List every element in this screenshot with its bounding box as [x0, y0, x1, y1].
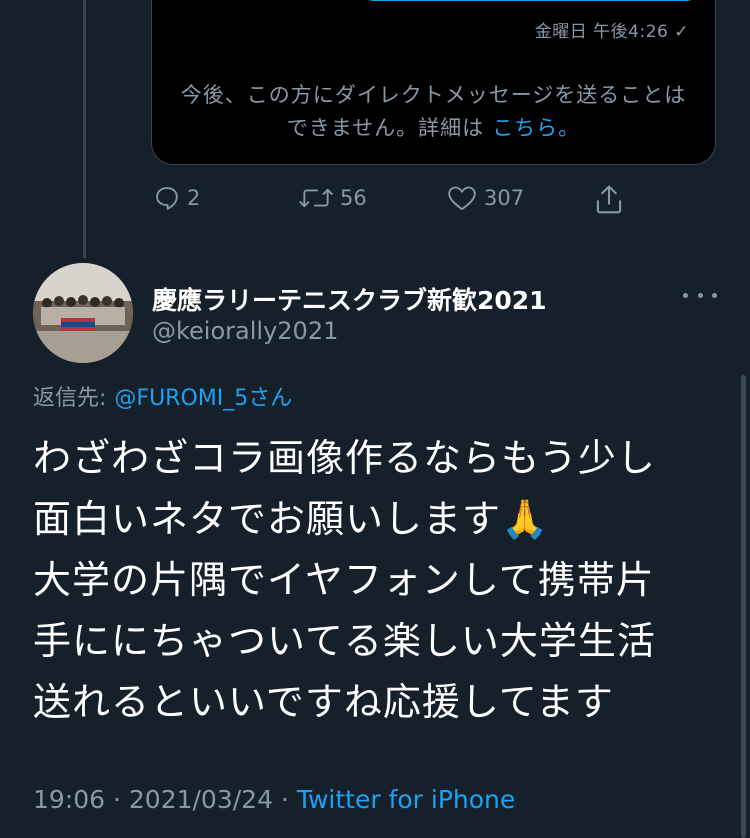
- avatar[interactable]: [33, 263, 133, 363]
- reply-icon: [153, 184, 181, 212]
- more-options-icon[interactable]: [683, 288, 717, 302]
- group-photo-avatar: [33, 263, 133, 363]
- retweet-count: 56: [340, 186, 367, 210]
- tweet-timestamp[interactable]: 19:06 · 2021/03/24 ·: [33, 785, 297, 814]
- display-name[interactable]: 慶應ラリーテニスクラブ新歓2021: [152, 281, 547, 317]
- dm-notice-text: 今後、この方にダイレクトメッセージを送ることはできません。詳細は: [180, 83, 687, 140]
- tweet-source-link[interactable]: Twitter for iPhone: [297, 785, 515, 814]
- like-icon: [446, 184, 478, 212]
- user-handle[interactable]: @keiorally2021: [152, 317, 338, 345]
- reply-count: 2: [187, 186, 201, 210]
- replying-to-mention[interactable]: @FUROMI_5さん: [114, 386, 292, 411]
- share-button[interactable]: [594, 184, 624, 216]
- dm-restriction-notice: 今後、この方にダイレクトメッセージを送ることはできません。詳細は こちら。: [170, 79, 697, 145]
- replying-to-label: 返信先:: [33, 386, 107, 411]
- retweet-button[interactable]: 56: [298, 184, 367, 212]
- dm-learn-more-link[interactable]: こちら。: [492, 116, 580, 140]
- dm-preview-card[interactable]: 金曜日 午後4:26 ✓ 今後、この方にダイレクトメッセージを送ることはできませ…: [151, 0, 716, 165]
- like-button[interactable]: 307: [446, 184, 524, 212]
- reply-button[interactable]: 2: [153, 184, 200, 212]
- share-icon: [594, 184, 624, 216]
- replying-to: 返信先: @FUROMI_5さん: [33, 380, 292, 412]
- dm-timestamp: 金曜日 午後4:26 ✓: [534, 22, 689, 42]
- tweet-meta: 19:06 · 2021/03/24 · Twitter for iPhone: [33, 785, 515, 814]
- retweet-icon: [298, 184, 334, 212]
- scrollbar[interactable]: [741, 375, 746, 838]
- like-count: 307: [484, 186, 525, 210]
- previous-tweet-action-bar: 2 56 307: [0, 184, 750, 220]
- tweet-text: わざわざコラ画像作るならもう少し 面白いネタでお願いします🙏 大学の片隅でイヤフ…: [33, 436, 656, 724]
- dm-message-bubble: [360, 0, 700, 1]
